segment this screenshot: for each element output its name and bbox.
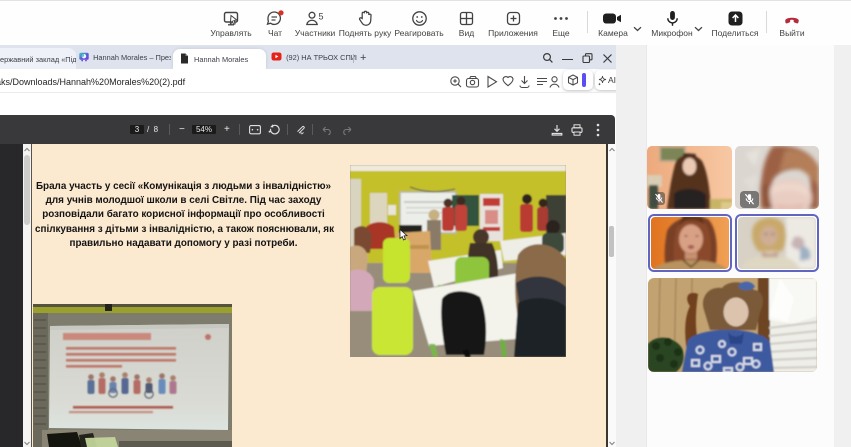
svg-text:5: 5 [319, 12, 324, 22]
